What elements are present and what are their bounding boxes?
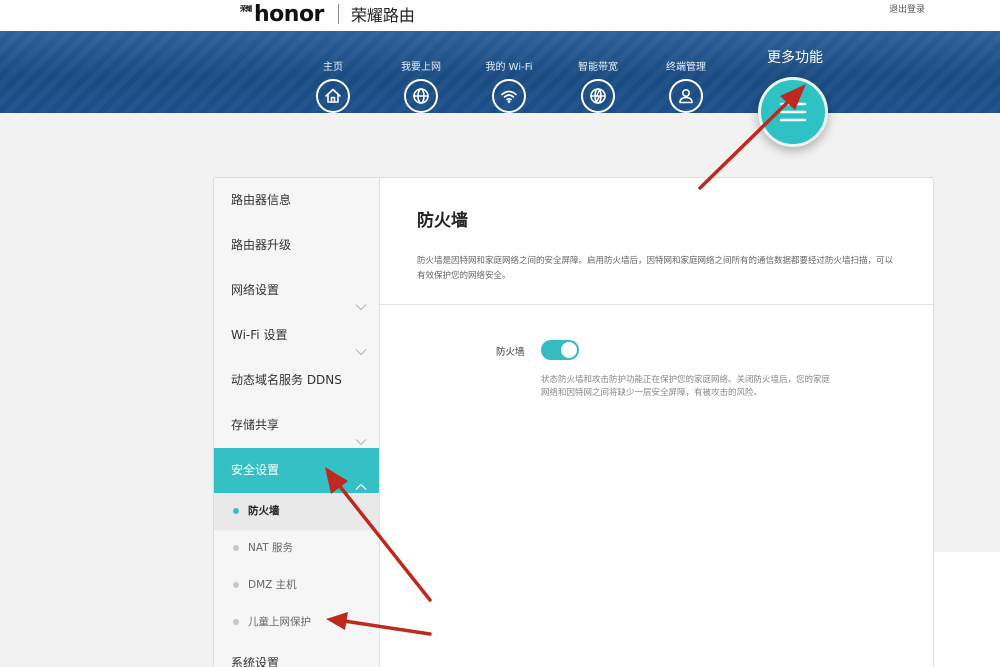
firewall-status-text: 状态防火墙和攻击防护功能正在保护您的家庭网络。关闭防火墙后，您的家庭网络和因特网…	[541, 375, 831, 398]
sidebar-subitem-label: NAT 服务	[248, 542, 293, 554]
product-name: 荣耀路由	[350, 6, 415, 25]
sidebar-item-network-settings[interactable]: 网络设置	[214, 268, 379, 313]
nav-item-wifi[interactable]: 我的 Wi-Fi	[474, 31, 544, 113]
bullet-dot-icon	[233, 619, 239, 625]
brand-wordmark: honor	[254, 1, 324, 27]
sidebar-item-wifi-settings[interactable]: Wi-Fi 设置	[214, 313, 379, 358]
chevron-down-icon	[355, 330, 367, 356]
sidebar: 路由器信息 路由器升级 网络设置 Wi-Fi 设置 动态域名服务 DDNS 存储…	[214, 178, 380, 667]
nav-item-internet[interactable]: 我要上网	[386, 31, 456, 113]
sidebar-item-router-upgrade[interactable]: 路由器升级	[214, 223, 379, 268]
brand-logo: 荣耀 honor 荣耀路由	[240, 0, 415, 28]
top-bar: 荣耀 honor 荣耀路由 退出登录	[0, 0, 1000, 31]
page-description: 防火墙是因特网和家庭网络之间的安全屏障。启用防火墙后，因特网和家庭网络之间所有的…	[417, 256, 894, 281]
chevron-down-icon	[355, 658, 365, 667]
bullet-dot-icon	[233, 582, 239, 588]
nav-label: 我要上网	[401, 62, 441, 73]
sidebar-item-system-settings[interactable]: 系统设置	[214, 641, 379, 667]
bandwidth-globe-icon	[581, 79, 615, 113]
more-features-button[interactable]	[758, 77, 828, 147]
chevron-up-icon	[355, 465, 367, 490]
nav-label: 智能带宽	[578, 62, 618, 73]
brand-divider	[337, 4, 339, 24]
user-icon	[669, 79, 703, 113]
logout-link[interactable]: 退出登录	[889, 2, 925, 15]
firewall-toggle[interactable]	[541, 340, 579, 360]
sidebar-item-ddns[interactable]: 动态域名服务 DDNS	[214, 358, 379, 403]
chevron-down-icon	[355, 285, 367, 311]
home-icon	[316, 79, 350, 113]
sidebar-subitem-label: 儿童上网保护	[248, 616, 311, 628]
sidebar-item-storage-sharing[interactable]: 存储共享	[214, 403, 379, 448]
firewall-toggle-label: 防火墙	[496, 347, 525, 358]
sidebar-item-label: 路由器升级	[231, 238, 292, 252]
page-background-white	[934, 552, 1000, 667]
more-features-label[interactable]: 更多功能	[745, 47, 845, 67]
nav-item-devices[interactable]: 终端管理	[651, 31, 721, 113]
sidebar-item-label: 路由器信息	[231, 193, 292, 207]
content-area: 防火墙 防火墙是因特网和家庭网络之间的安全屏障。启用防火墙后，因特网和家庭网络之…	[380, 178, 933, 667]
nav-item-bandwidth[interactable]: 智能带宽	[563, 31, 633, 113]
bullet-dot-icon	[233, 508, 239, 514]
sidebar-item-label: 网络设置	[231, 283, 280, 297]
sidebar-subitem-nat[interactable]: NAT 服务	[214, 530, 379, 567]
sidebar-item-label: 存储共享	[231, 418, 280, 432]
nav-item-home[interactable]: 主页	[298, 31, 368, 113]
nav-label: 主页	[323, 62, 343, 73]
wifi-icon	[492, 79, 526, 113]
globe-icon	[404, 79, 438, 113]
sidebar-item-router-info[interactable]: 路由器信息	[214, 178, 379, 223]
sidebar-item-label: 系统设置	[231, 656, 280, 667]
nav-label: 我的 Wi-Fi	[485, 62, 533, 73]
sidebar-subitem-label: DMZ 主机	[248, 579, 297, 591]
toggle-knob	[561, 342, 577, 358]
nav-banner: 主页 我要上网 我的 Wi-Fi 智能带宽 终端管理 更多功能	[0, 31, 1000, 113]
sidebar-item-label: 安全设置	[231, 463, 280, 477]
nav-label: 终端管理	[666, 62, 706, 73]
bullet-dot-icon	[233, 545, 239, 551]
sidebar-item-security-settings[interactable]: 安全设置	[214, 448, 379, 493]
sidebar-subitem-firewall[interactable]: 防火墙	[214, 493, 379, 530]
settings-panel: 路由器信息 路由器升级 网络设置 Wi-Fi 设置 动态域名服务 DDNS 存储…	[213, 177, 934, 667]
chevron-down-icon	[355, 420, 367, 446]
brand-stamp: 荣耀	[240, 5, 252, 13]
sidebar-subitem-label: 防火墙	[248, 505, 280, 517]
sidebar-subitem-parental-control[interactable]: 儿童上网保护	[214, 604, 379, 641]
hamburger-menu-icon	[779, 102, 807, 122]
sidebar-item-label: 动态域名服务 DDNS	[231, 373, 342, 387]
divider	[380, 304, 933, 305]
sidebar-item-label: Wi-Fi 设置	[231, 328, 288, 342]
page-title: 防火墙	[417, 211, 468, 231]
sidebar-subitem-dmz[interactable]: DMZ 主机	[214, 567, 379, 604]
